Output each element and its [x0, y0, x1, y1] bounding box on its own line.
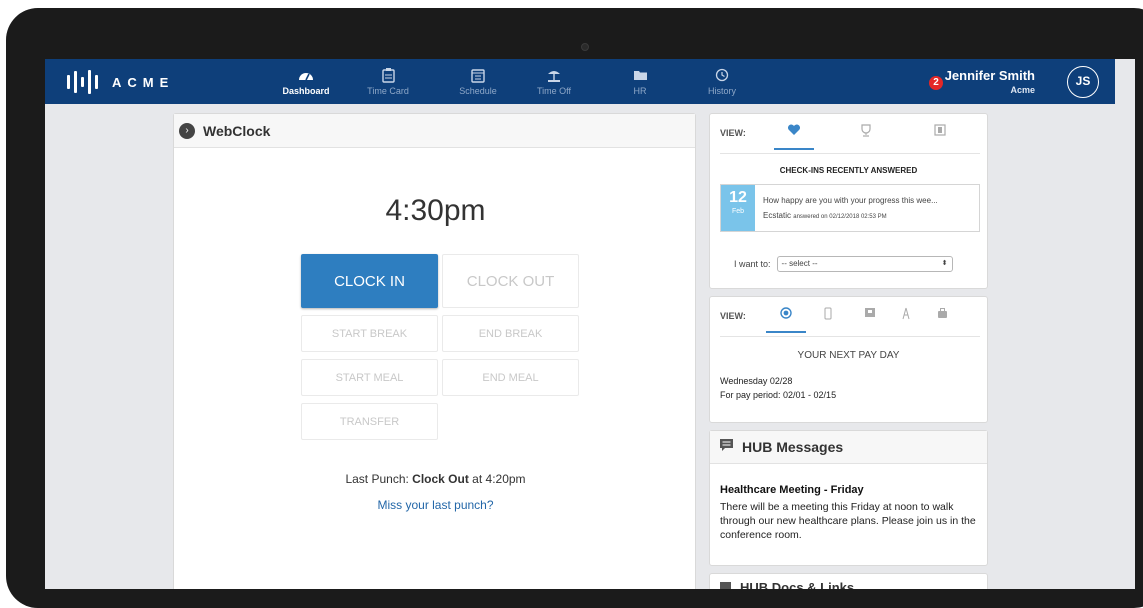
checkins-widget: VIEW: CHECK-INS RECENTLY ANSWERED 12 Feb…	[709, 113, 988, 289]
hub-messages-widget: HUB Messages Healthcare Meeting - Friday…	[709, 430, 988, 566]
last-punch-suffix: at 4:20pm	[468, 472, 526, 486]
current-time: 4:30pm	[385, 194, 486, 227]
select-value: -- select --	[781, 259, 818, 268]
want-row: I want to: -- select -- ⬍	[734, 256, 953, 272]
trophy-icon[interactable]	[846, 124, 886, 150]
end-meal-button[interactable]: END MEAL	[442, 359, 579, 396]
logo-bars-icon	[67, 70, 98, 94]
checkin-answer: Ecstatic answered on 02/12/2018 02:53 PM	[763, 211, 887, 220]
brand-logo[interactable]: ACME	[67, 69, 174, 95]
folder-icon	[605, 66, 675, 84]
nav-label: HR	[633, 86, 647, 96]
checkin-answer-value: Ecstatic	[763, 211, 792, 220]
checkin-month: Feb	[731, 208, 745, 215]
hub-docs-widget: HUB Docs & Links	[709, 573, 988, 589]
app-screen: ACME Dashboard Time Card Schedule Time O…	[45, 59, 1135, 589]
checkin-date: 12 Feb	[721, 185, 755, 231]
briefcase-icon[interactable]	[922, 307, 962, 333]
nav-schedule[interactable]: Schedule	[443, 66, 513, 96]
end-break-button[interactable]: END BREAK	[442, 315, 579, 352]
payday-widget: VIEW: YOUR NEXT PAY DAY Wednesday 02/28 …	[709, 296, 988, 423]
checkin-answered-meta: answered on 02/12/2018 02:53 PM	[793, 214, 887, 220]
webclock-title: WebClock	[203, 122, 271, 139]
payday-title: YOUR NEXT PAY DAY	[797, 350, 900, 361]
last-punch-value: Clock Out	[412, 472, 469, 486]
checkin-question: How happy are you with your progress thi…	[763, 196, 938, 205]
hub-message-title[interactable]: Healthcare Meeting - Friday	[720, 484, 864, 496]
nav-time-off[interactable]: Time Off	[519, 66, 589, 96]
gauge-icon	[271, 66, 341, 84]
nav-hr[interactable]: HR	[605, 66, 675, 96]
brand-name: ACME	[112, 74, 175, 90]
transfer-button[interactable]: TRANSFER	[301, 403, 438, 440]
last-punch-prefix: Last Punch:	[345, 472, 413, 486]
document-icon	[719, 581, 732, 589]
nav-time-card[interactable]: Time Card	[353, 66, 423, 96]
view-label: VIEW:	[720, 311, 746, 321]
avatar[interactable]: JS	[1067, 66, 1099, 98]
last-punch: Last Punch: Clock Out at 4:20pm	[174, 472, 697, 486]
checkin-card[interactable]: 12 Feb How happy are you with your progr…	[720, 184, 980, 232]
id-card-icon[interactable]	[850, 307, 890, 333]
beach-icon	[519, 66, 589, 84]
hub-header: HUB Messages	[710, 431, 987, 464]
hub-docs-title: HUB Docs & Links	[740, 580, 855, 589]
nav-label: History	[707, 86, 736, 96]
calendar-icon	[443, 66, 513, 84]
timecard-icon	[353, 66, 423, 84]
miss-punch-link[interactable]: Miss your last punch?	[174, 498, 697, 512]
checkins-title: CHECK-INS RECENTLY ANSWERED	[779, 166, 918, 175]
action-select[interactable]: -- select -- ⬍	[776, 256, 953, 272]
nav-label: Dashboard	[282, 86, 330, 96]
card-icon[interactable]	[920, 124, 960, 150]
nav-history[interactable]: History	[687, 66, 757, 96]
clock-in-button[interactable]: CLOCK IN	[301, 254, 438, 308]
message-icon	[719, 438, 734, 457]
checkin-day: 12	[729, 189, 747, 206]
notifications-badge[interactable]: 2	[929, 76, 943, 90]
want-label: I want to:	[734, 259, 771, 269]
webclock-panel: › WebClock 4:30pm CLOCK IN CLOCK OUT STA…	[173, 113, 696, 589]
hub-title: HUB Messages	[742, 439, 844, 455]
user-org: Acme	[1010, 85, 1035, 95]
nav-label: Time Off	[536, 86, 571, 96]
pay-period: For pay period: 02/01 - 02/15	[720, 390, 837, 400]
top-nav: ACME Dashboard Time Card Schedule Time O…	[45, 59, 1115, 104]
nav-label: Time Card	[367, 86, 409, 96]
nav-label: Schedule	[459, 86, 497, 96]
dollar-coin-icon[interactable]	[766, 307, 806, 333]
pay-date: Wednesday 02/28	[720, 376, 793, 386]
start-break-button[interactable]: START BREAK	[301, 315, 438, 352]
phone-icon[interactable]	[808, 307, 848, 333]
chevron-right-icon[interactable]: ›	[179, 122, 195, 139]
payday-view-tabs: VIEW:	[720, 307, 980, 337]
nav-dashboard[interactable]: Dashboard	[271, 66, 341, 96]
webclock-header: › WebClock	[174, 114, 695, 148]
view-label: VIEW:	[720, 128, 746, 138]
camera-dot	[581, 43, 589, 51]
select-arrows-icon: ⬍	[941, 260, 948, 267]
start-meal-button[interactable]: START MEAL	[301, 359, 438, 396]
heart-icon[interactable]	[774, 124, 814, 150]
clock-out-button[interactable]: CLOCK OUT	[442, 254, 579, 308]
user-name[interactable]: Jennifer Smith	[945, 68, 1035, 83]
history-icon	[687, 66, 757, 84]
tower-icon[interactable]	[886, 307, 926, 333]
checkins-view-tabs: VIEW:	[720, 124, 980, 154]
hub-message-body: There will be a meeting this Friday at n…	[720, 501, 976, 541]
